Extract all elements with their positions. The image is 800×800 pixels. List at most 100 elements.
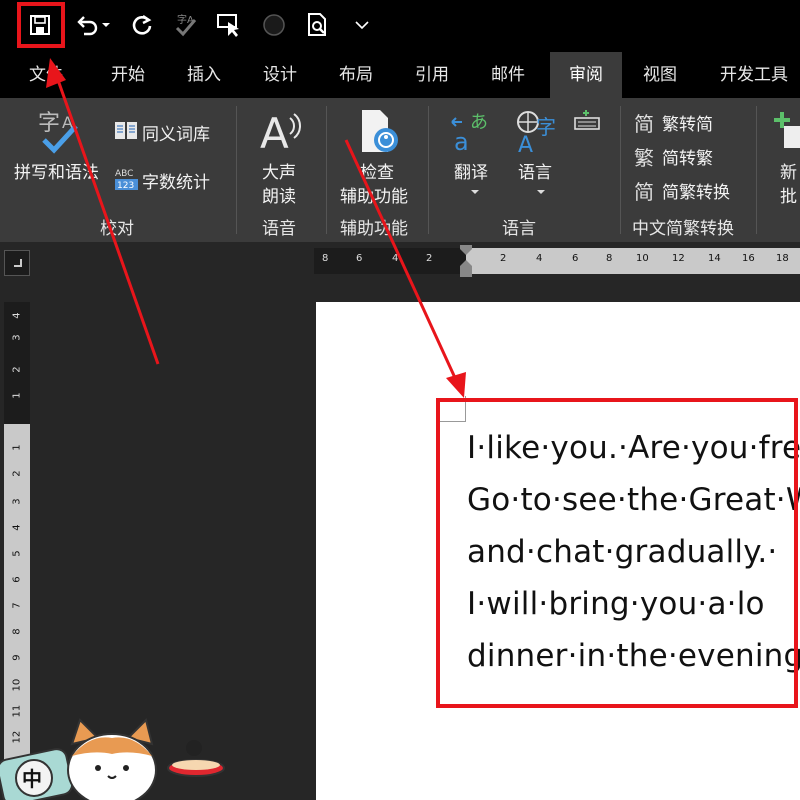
language-label: 语言 [518,163,552,183]
ribbon-separator [428,106,429,234]
redo-icon [132,15,152,35]
language-button[interactable]: 字 A 语言 [510,106,570,206]
ruler-tick: 6 [572,253,579,264]
redo-button[interactable] [126,8,158,42]
tab-file[interactable]: 文件 [18,52,74,98]
language-icon: 字 A [517,111,556,156]
read-aloud-icon: A [260,109,301,154]
ribbon-panel: 字 A 拼写和语法 同义词库 ABC 123 字数统计 校对 A 大声 朗读 语 [0,98,800,242]
ruler-tick: 4 [392,253,399,264]
new-comment-label-1: 新 [780,163,797,183]
svg-text:あ: あ [470,112,488,133]
chinese-conversion-group-label: 中文简繁转换 [632,219,734,239]
ruler-tick: 8 [322,253,329,264]
read-aloud-label-1: 大声 [262,163,296,183]
chevron-down-icon [471,190,479,194]
ribbon-separator [756,106,757,234]
svg-text:字: 字 [38,111,60,136]
translate-icon: あ a [451,112,488,156]
ruler-tick: 5 [11,550,23,557]
keyboard-language-button[interactable] [570,106,604,136]
ruler-tick: 2 [500,253,507,264]
spelling-grammar-button[interactable]: 字 A 拼写和语法 [10,104,110,194]
print-preview-button[interactable] [302,8,334,42]
ribbon-separator [326,106,327,234]
tab-view[interactable]: 视图 [632,52,688,98]
thesaurus-label: 同义词库 [142,125,210,145]
svg-text:123: 123 [117,181,134,191]
translate-button[interactable]: あ a 翻译 [444,106,504,206]
word-count-button[interactable]: ABC 123 字数统计 [112,164,222,194]
tab-review[interactable]: 审阅 [550,52,622,98]
new-comment-label-2: 批 [780,187,797,207]
ribbon-separator [236,106,237,234]
ruler-tick: 18 [776,253,789,264]
ruler-tick: 10 [636,253,649,264]
speech-group-label: 语音 [262,219,296,239]
trad-simp-icon: 简 [634,112,654,136]
ribbon-separator [620,106,621,234]
check-accessibility-button[interactable]: 检查 辅助功能 [336,106,420,207]
quick-access-toolbar: 字A [0,0,800,52]
horizontal-ruler[interactable]: 8 6 4 2 2 4 6 8 10 12 14 16 18 [314,245,800,277]
convert-icon: 简 [634,180,654,204]
ruler-tick: 2 [11,470,23,477]
tab-developer[interactable]: 开发工具 [708,52,800,98]
ruler-toggle[interactable] [4,250,30,276]
svg-text:ABC: ABC [115,169,133,179]
tab-design[interactable]: 设计 [252,52,308,98]
trad-to-simp-button[interactable]: 简 繁转简 [630,106,750,136]
undo-dropdown-button[interactable] [98,8,114,42]
tab-stop-icon [14,259,22,267]
ruler-tick: 4 [11,312,23,319]
svg-text:A: A [518,133,533,156]
convert-label: 简繁转换 [662,183,730,203]
new-comment-button[interactable]: 新 批 [770,106,800,207]
trad-to-simp-label: 繁转简 [662,115,713,135]
annotation-box-save [17,2,65,48]
ruler-tick: 6 [356,253,363,264]
tab-mailings[interactable]: 邮件 [480,52,536,98]
badge-text: 中 [22,767,42,791]
indent-marker-icon[interactable] [459,244,473,278]
ruler-tick: 10 [11,678,23,692]
proofing-group-label: 校对 [100,219,134,239]
read-aloud-button[interactable]: A 大声 朗读 [246,106,316,207]
chevron-down-icon [355,21,369,30]
read-mode-button[interactable] [214,8,246,42]
circle-icon [263,14,285,36]
simp-to-trad-label: 简转繁 [662,149,713,169]
tab-insert[interactable]: 插入 [176,52,232,98]
mascot-sticker: 中 [0,718,225,800]
convert-button[interactable]: 简 简繁转换 [630,174,750,204]
customize-toolbar-button[interactable] [346,8,378,42]
translate-label: 翻译 [454,163,488,183]
chevron-down-icon [537,190,545,194]
ruler-margin [314,248,466,274]
read-aloud-label-2: 朗读 [262,187,296,207]
record-button[interactable] [258,8,290,42]
watermark-logo: Bai经验 [615,738,729,773]
spellcheck-button[interactable]: 字A [170,8,202,42]
simp-to-trad-button[interactable]: 繁 简转繁 [630,140,750,170]
accessibility-group-label: 辅助功能 [340,219,408,239]
print-preview-icon [308,13,326,36]
ruler-tick: 6 [11,576,23,583]
pointer-icon [217,14,239,37]
tab-home[interactable]: 开始 [100,52,156,98]
keyboard-icon [574,110,600,130]
annotation-box-text [436,398,798,708]
word-count-icon: ABC 123 [115,169,138,191]
ruler-tick: 3 [11,498,23,505]
ruler-tick: 12 [672,253,685,264]
tab-references[interactable]: 引用 [404,52,460,98]
ruler-tick: 3 [11,334,23,341]
language-group-label: 语言 [502,219,536,239]
ruler-tick: 1 [11,392,23,399]
ruler-tick: 2 [11,366,23,373]
thesaurus-button[interactable]: 同义词库 [112,116,222,146]
word-count-label: 字数统计 [142,173,210,193]
ruler-tick: 14 [708,253,721,264]
tab-layout[interactable]: 布局 [328,52,384,98]
book-icon [115,122,137,139]
